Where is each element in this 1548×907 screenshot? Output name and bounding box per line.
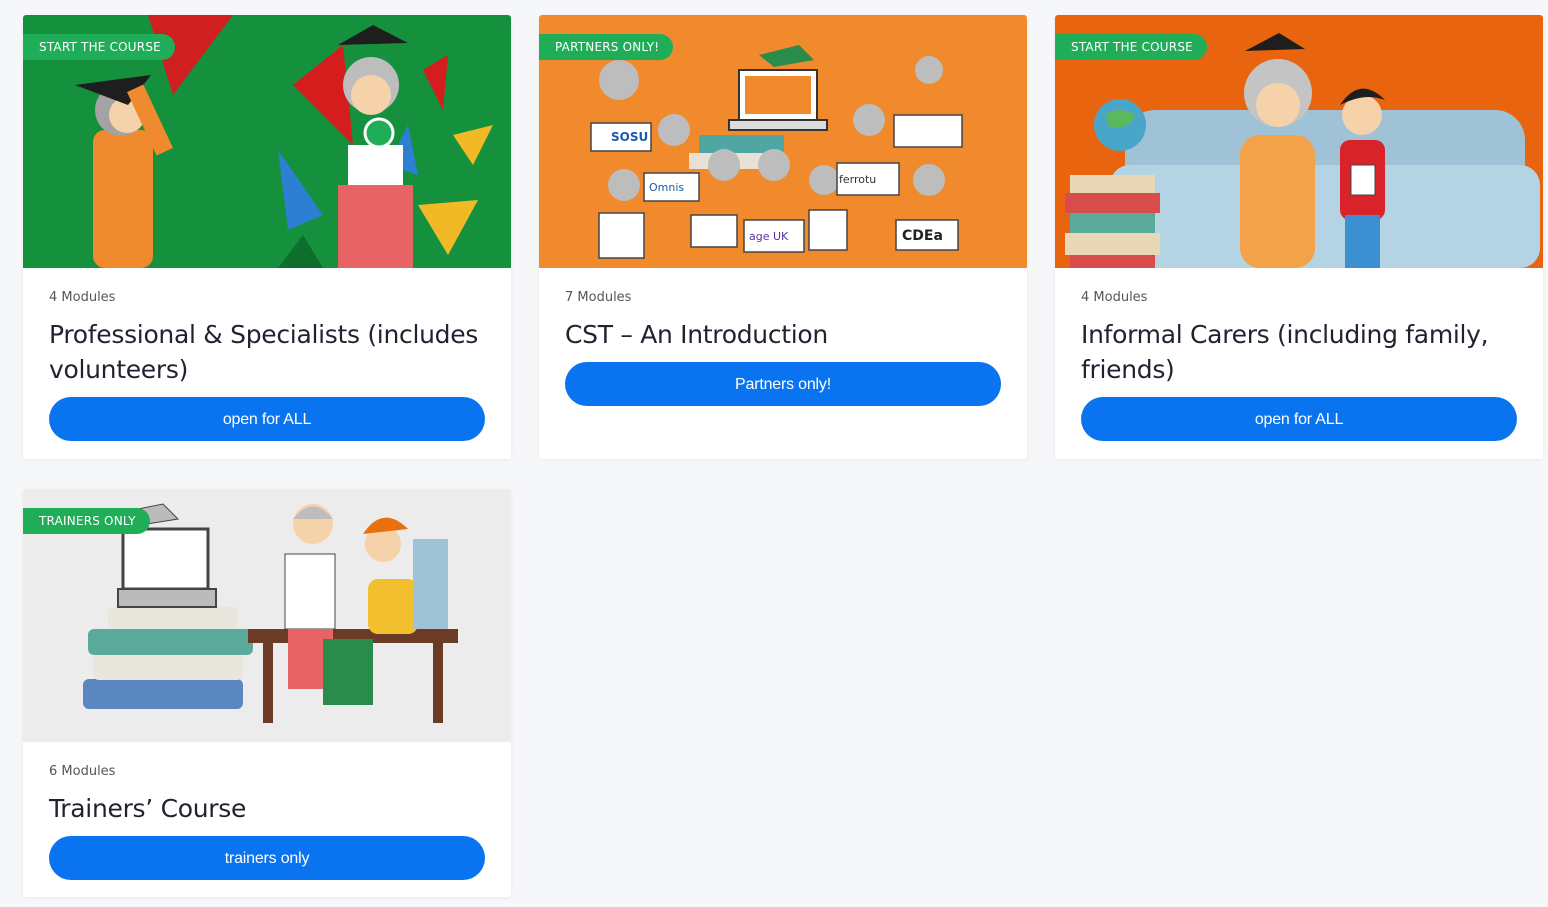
module-count: 6 Modules bbox=[49, 764, 116, 779]
course-badge: START THE COURSE bbox=[1055, 34, 1207, 60]
sign-sosu: SOSU bbox=[611, 130, 648, 144]
course-thumbnail[interactable]: START THE COURSE bbox=[23, 15, 511, 268]
course-card-trainers[interactable]: TRAINERS ONLY 6 Modules Trainers’ Course… bbox=[23, 489, 511, 897]
sign-cdea: CDEa bbox=[902, 228, 943, 244]
partners-only-button[interactable]: Partners only! bbox=[565, 362, 1001, 406]
course-card-professionals[interactable]: START THE COURSE 4 Modules Professional … bbox=[23, 15, 511, 459]
course-badge: TRAINERS ONLY bbox=[23, 508, 150, 534]
open-for-all-button[interactable]: open for ALL bbox=[49, 397, 485, 441]
course-badge: PARTNERS ONLY! bbox=[539, 34, 674, 60]
sign-ferrotu: ferrotu bbox=[839, 173, 876, 186]
course-title[interactable]: Professional & Specialists (includes vol… bbox=[49, 317, 489, 387]
course-grid: START THE COURSE 4 Modules Professional … bbox=[0, 0, 1548, 907]
course-thumbnail[interactable]: TRAINERS ONLY bbox=[23, 489, 511, 742]
module-count: 7 Modules bbox=[565, 290, 632, 305]
module-count: 4 Modules bbox=[49, 290, 116, 305]
course-thumbnail[interactable]: START THE COURSE bbox=[1055, 15, 1543, 268]
course-thumbnail[interactable]: SOSU Omnis ferrotu CDEa age UK PARTNERS … bbox=[539, 15, 1027, 268]
trainers-only-button[interactable]: trainers only bbox=[49, 836, 485, 880]
course-title[interactable]: CST – An Introduction bbox=[565, 317, 1005, 352]
module-count: 4 Modules bbox=[1081, 290, 1148, 305]
sign-age-uk: age UK bbox=[749, 230, 789, 243]
sign-omnis: Omnis bbox=[649, 181, 684, 194]
course-title[interactable]: Informal Carers (including family, frien… bbox=[1081, 317, 1521, 387]
course-badge: START THE COURSE bbox=[23, 34, 175, 60]
open-for-all-button[interactable]: open for ALL bbox=[1081, 397, 1517, 441]
course-title[interactable]: Trainers’ Course bbox=[49, 791, 489, 826]
course-card-cst-introduction[interactable]: SOSU Omnis ferrotu CDEa age UK PARTNERS … bbox=[539, 15, 1027, 459]
course-card-informal-carers[interactable]: START THE COURSE 4 Modules Informal Care… bbox=[1055, 15, 1543, 459]
